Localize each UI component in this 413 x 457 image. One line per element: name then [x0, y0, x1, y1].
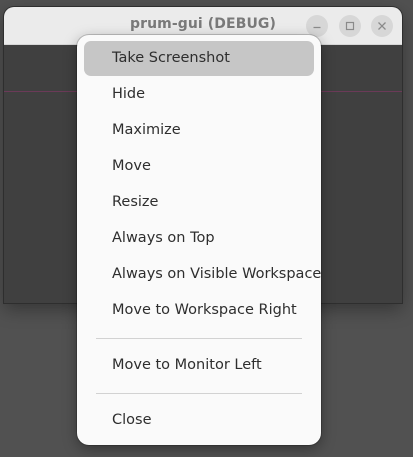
maximize-button[interactable] [339, 15, 361, 37]
minimize-icon [313, 26, 321, 29]
menu-separator [96, 393, 302, 394]
menu-separator [96, 338, 302, 339]
menu-item-move-to-workspace-right[interactable]: Move to Workspace Right [84, 293, 314, 328]
menu-item-always-on-visible-workspace[interactable]: Always on Visible Workspace [84, 257, 321, 292]
menu-item-hide[interactable]: Hide [84, 77, 314, 112]
close-icon [378, 22, 386, 30]
minimize-button[interactable] [306, 15, 328, 37]
menu-item-always-on-top[interactable]: Always on Top [84, 221, 314, 256]
menu-item-take-screenshot[interactable]: Take Screenshot [84, 41, 314, 76]
maximize-icon [345, 21, 355, 31]
menu-item-resize[interactable]: Resize [84, 185, 314, 220]
window-context-menu: Take Screenshot Hide Maximize Move Resiz… [77, 35, 321, 445]
menu-item-move[interactable]: Move [84, 149, 314, 184]
close-button[interactable] [371, 15, 393, 37]
menu-item-move-to-monitor-left[interactable]: Move to Monitor Left [84, 348, 314, 383]
menu-item-maximize[interactable]: Maximize [84, 113, 314, 148]
menu-item-close[interactable]: Close [84, 403, 314, 438]
